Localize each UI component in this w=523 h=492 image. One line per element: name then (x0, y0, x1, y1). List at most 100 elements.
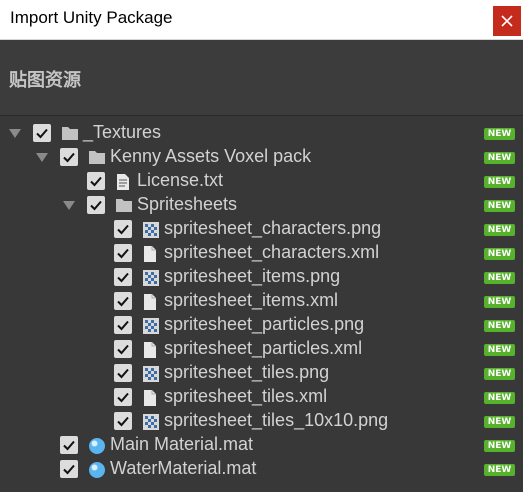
new-badge: NEW (484, 152, 515, 164)
checkbox[interactable] (87, 172, 105, 190)
tree-item-label: spritesheet_tiles_10x10.png (164, 410, 389, 430)
new-badge: NEW (484, 416, 515, 428)
close-button[interactable] (493, 6, 521, 36)
tree-row[interactable]: Main Material.mat NEW (0, 433, 523, 457)
title-bar: Import Unity Package (0, 0, 523, 40)
tree-item-label: License.txt (137, 170, 224, 190)
checkbox[interactable] (114, 268, 132, 286)
new-badge: NEW (484, 392, 515, 404)
image-file-icon (142, 317, 160, 334)
checkmark-icon (117, 272, 129, 283)
tree-row[interactable]: spritesheet_tiles.xml NEW (0, 385, 523, 409)
checkmark-icon (36, 128, 48, 139)
expand-arrow-icon[interactable] (36, 153, 48, 162)
file-icon (142, 293, 160, 310)
material-icon (88, 437, 106, 454)
new-badge: NEW (484, 272, 515, 284)
image-file-icon (142, 269, 160, 286)
material-icon (88, 461, 106, 478)
checkmark-icon (90, 176, 102, 187)
tree-item-label: _Textures (83, 122, 162, 142)
tree-item-label: spritesheet_characters.xml (164, 242, 380, 262)
new-badge: NEW (484, 368, 515, 380)
asset-tree: _Textures NEW Kenny Assets Voxel pack NEW Li… (0, 118, 523, 492)
tree-row[interactable]: _Textures NEW (0, 121, 523, 145)
tree-item-label: Main Material.mat (110, 434, 254, 454)
checkmark-icon (117, 248, 129, 259)
tree-row[interactable]: spritesheet_characters.png NEW (0, 217, 523, 241)
checkmark-icon (117, 224, 129, 235)
file-icon (142, 389, 160, 406)
checkbox[interactable] (114, 292, 132, 310)
tree-item-label: spritesheet_particles.png (164, 314, 365, 334)
tree-item-label: spritesheet_tiles.xml (164, 386, 328, 406)
header: 贴图资源 (0, 40, 523, 116)
tree-item-label: spritesheet_items.xml (164, 290, 339, 310)
image-file-icon (142, 365, 160, 382)
checkbox[interactable] (33, 124, 51, 142)
image-file-icon (142, 221, 160, 238)
tree-row[interactable]: Kenny Assets Voxel pack NEW (0, 145, 523, 169)
checkmark-icon (63, 440, 75, 451)
checkmark-icon (90, 200, 102, 211)
checkbox[interactable] (60, 148, 78, 166)
folder-icon (88, 149, 106, 166)
text-file-icon (115, 173, 133, 190)
tree-row[interactable]: spritesheet_characters.xml NEW (0, 241, 523, 265)
tree-row[interactable]: License.txt NEW (0, 169, 523, 193)
new-badge: NEW (484, 344, 515, 356)
checkbox[interactable] (114, 412, 132, 430)
tree-item-label: Spritesheets (137, 194, 238, 214)
checkbox[interactable] (60, 436, 78, 454)
checkbox[interactable] (114, 316, 132, 334)
tree-row[interactable]: spritesheet_particles.png NEW (0, 313, 523, 337)
checkmark-icon (117, 296, 129, 307)
tree-row[interactable]: spritesheet_tiles_10x10.png NEW (0, 409, 523, 433)
window-title: Import Unity Package (10, 8, 173, 27)
folder-icon (115, 197, 133, 214)
checkbox[interactable] (60, 460, 78, 478)
tree-row[interactable]: WaterMaterial.mat NEW (0, 457, 523, 481)
new-badge: NEW (484, 296, 515, 308)
new-badge: NEW (484, 440, 515, 452)
folder-icon (61, 125, 79, 142)
checkbox[interactable] (114, 388, 132, 406)
checkbox[interactable] (114, 340, 132, 358)
tree-row[interactable]: spritesheet_particles.xml NEW (0, 337, 523, 361)
tree-row[interactable]: spritesheet_items.xml NEW (0, 289, 523, 313)
checkmark-icon (117, 416, 129, 427)
new-badge: NEW (484, 464, 515, 476)
checkmark-icon (117, 368, 129, 379)
tree-row[interactable]: Spritesheets NEW (0, 193, 523, 217)
tree-row[interactable]: spritesheet_tiles.png NEW (0, 361, 523, 385)
checkmark-icon (63, 152, 75, 163)
checkmark-icon (117, 392, 129, 403)
file-icon (142, 245, 160, 262)
checkmark-icon (63, 464, 75, 475)
expand-arrow-icon[interactable] (63, 201, 75, 210)
checkbox[interactable] (114, 244, 132, 262)
tree-item-label: spritesheet_particles.xml (164, 338, 363, 358)
expand-arrow-icon[interactable] (9, 129, 21, 138)
checkmark-icon (117, 344, 129, 355)
new-badge: NEW (484, 200, 515, 212)
new-badge: NEW (484, 176, 515, 188)
new-badge: NEW (484, 128, 515, 140)
checkbox[interactable] (87, 196, 105, 214)
tree-row[interactable]: spritesheet_items.png NEW (0, 265, 523, 289)
checkbox[interactable] (114, 364, 132, 382)
new-badge: NEW (484, 248, 515, 260)
tree-item-label: spritesheet_items.png (164, 266, 341, 286)
new-badge: NEW (484, 224, 515, 236)
close-icon (501, 15, 513, 27)
checkmark-icon (117, 320, 129, 331)
checkbox[interactable] (114, 220, 132, 238)
new-badge: NEW (484, 320, 515, 332)
tree-item-label: spritesheet_characters.png (164, 218, 382, 238)
file-icon (142, 341, 160, 358)
tree-item-label: Kenny Assets Voxel pack (110, 146, 312, 166)
header-title: 贴图资源 (9, 70, 81, 91)
tree-item-label: WaterMaterial.mat (110, 458, 257, 478)
image-file-icon (142, 413, 160, 430)
tree-item-label: spritesheet_tiles.png (164, 362, 330, 382)
